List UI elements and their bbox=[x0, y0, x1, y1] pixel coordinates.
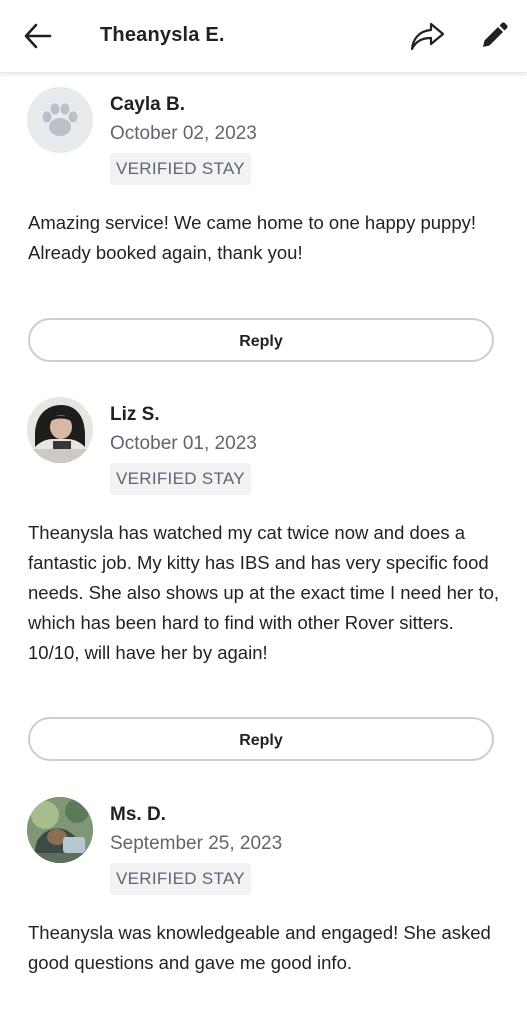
verified-badge: VERIFIED STAY bbox=[110, 863, 251, 895]
review-text: Theanysla was knowledgeable and engaged!… bbox=[28, 922, 491, 973]
reviewer-name: Ms. D. bbox=[110, 804, 166, 825]
share-icon[interactable] bbox=[408, 18, 448, 54]
app-bar: Theanysla E. bbox=[0, 0, 527, 73]
paw-icon bbox=[42, 103, 78, 136]
review-text: Theanysla has watched my cat twice now a… bbox=[28, 522, 500, 663]
user-photo bbox=[27, 397, 93, 463]
review-date: September 25, 2023 bbox=[110, 833, 283, 854]
avatar bbox=[27, 797, 93, 863]
review-date: October 01, 2023 bbox=[110, 433, 257, 454]
verified-badge: VERIFIED STAY bbox=[110, 463, 251, 495]
avatar bbox=[27, 397, 93, 463]
reply-button[interactable]: Reply bbox=[28, 717, 494, 761]
reply-button[interactable]: Reply bbox=[28, 318, 494, 362]
page-title: Theanysla E. bbox=[100, 24, 225, 46]
user-photo bbox=[27, 797, 93, 863]
verified-badge: VERIFIED STAY bbox=[110, 153, 251, 185]
reviewer-name: Liz S. bbox=[110, 404, 160, 425]
review-text: Amazing service! We came home to one hap… bbox=[28, 212, 477, 263]
pencil-icon[interactable] bbox=[478, 20, 510, 52]
arrow-left-icon[interactable] bbox=[22, 22, 54, 50]
review-date: October 02, 2023 bbox=[110, 123, 257, 144]
reviewer-name: Cayla B. bbox=[110, 94, 185, 115]
avatar bbox=[27, 87, 93, 153]
